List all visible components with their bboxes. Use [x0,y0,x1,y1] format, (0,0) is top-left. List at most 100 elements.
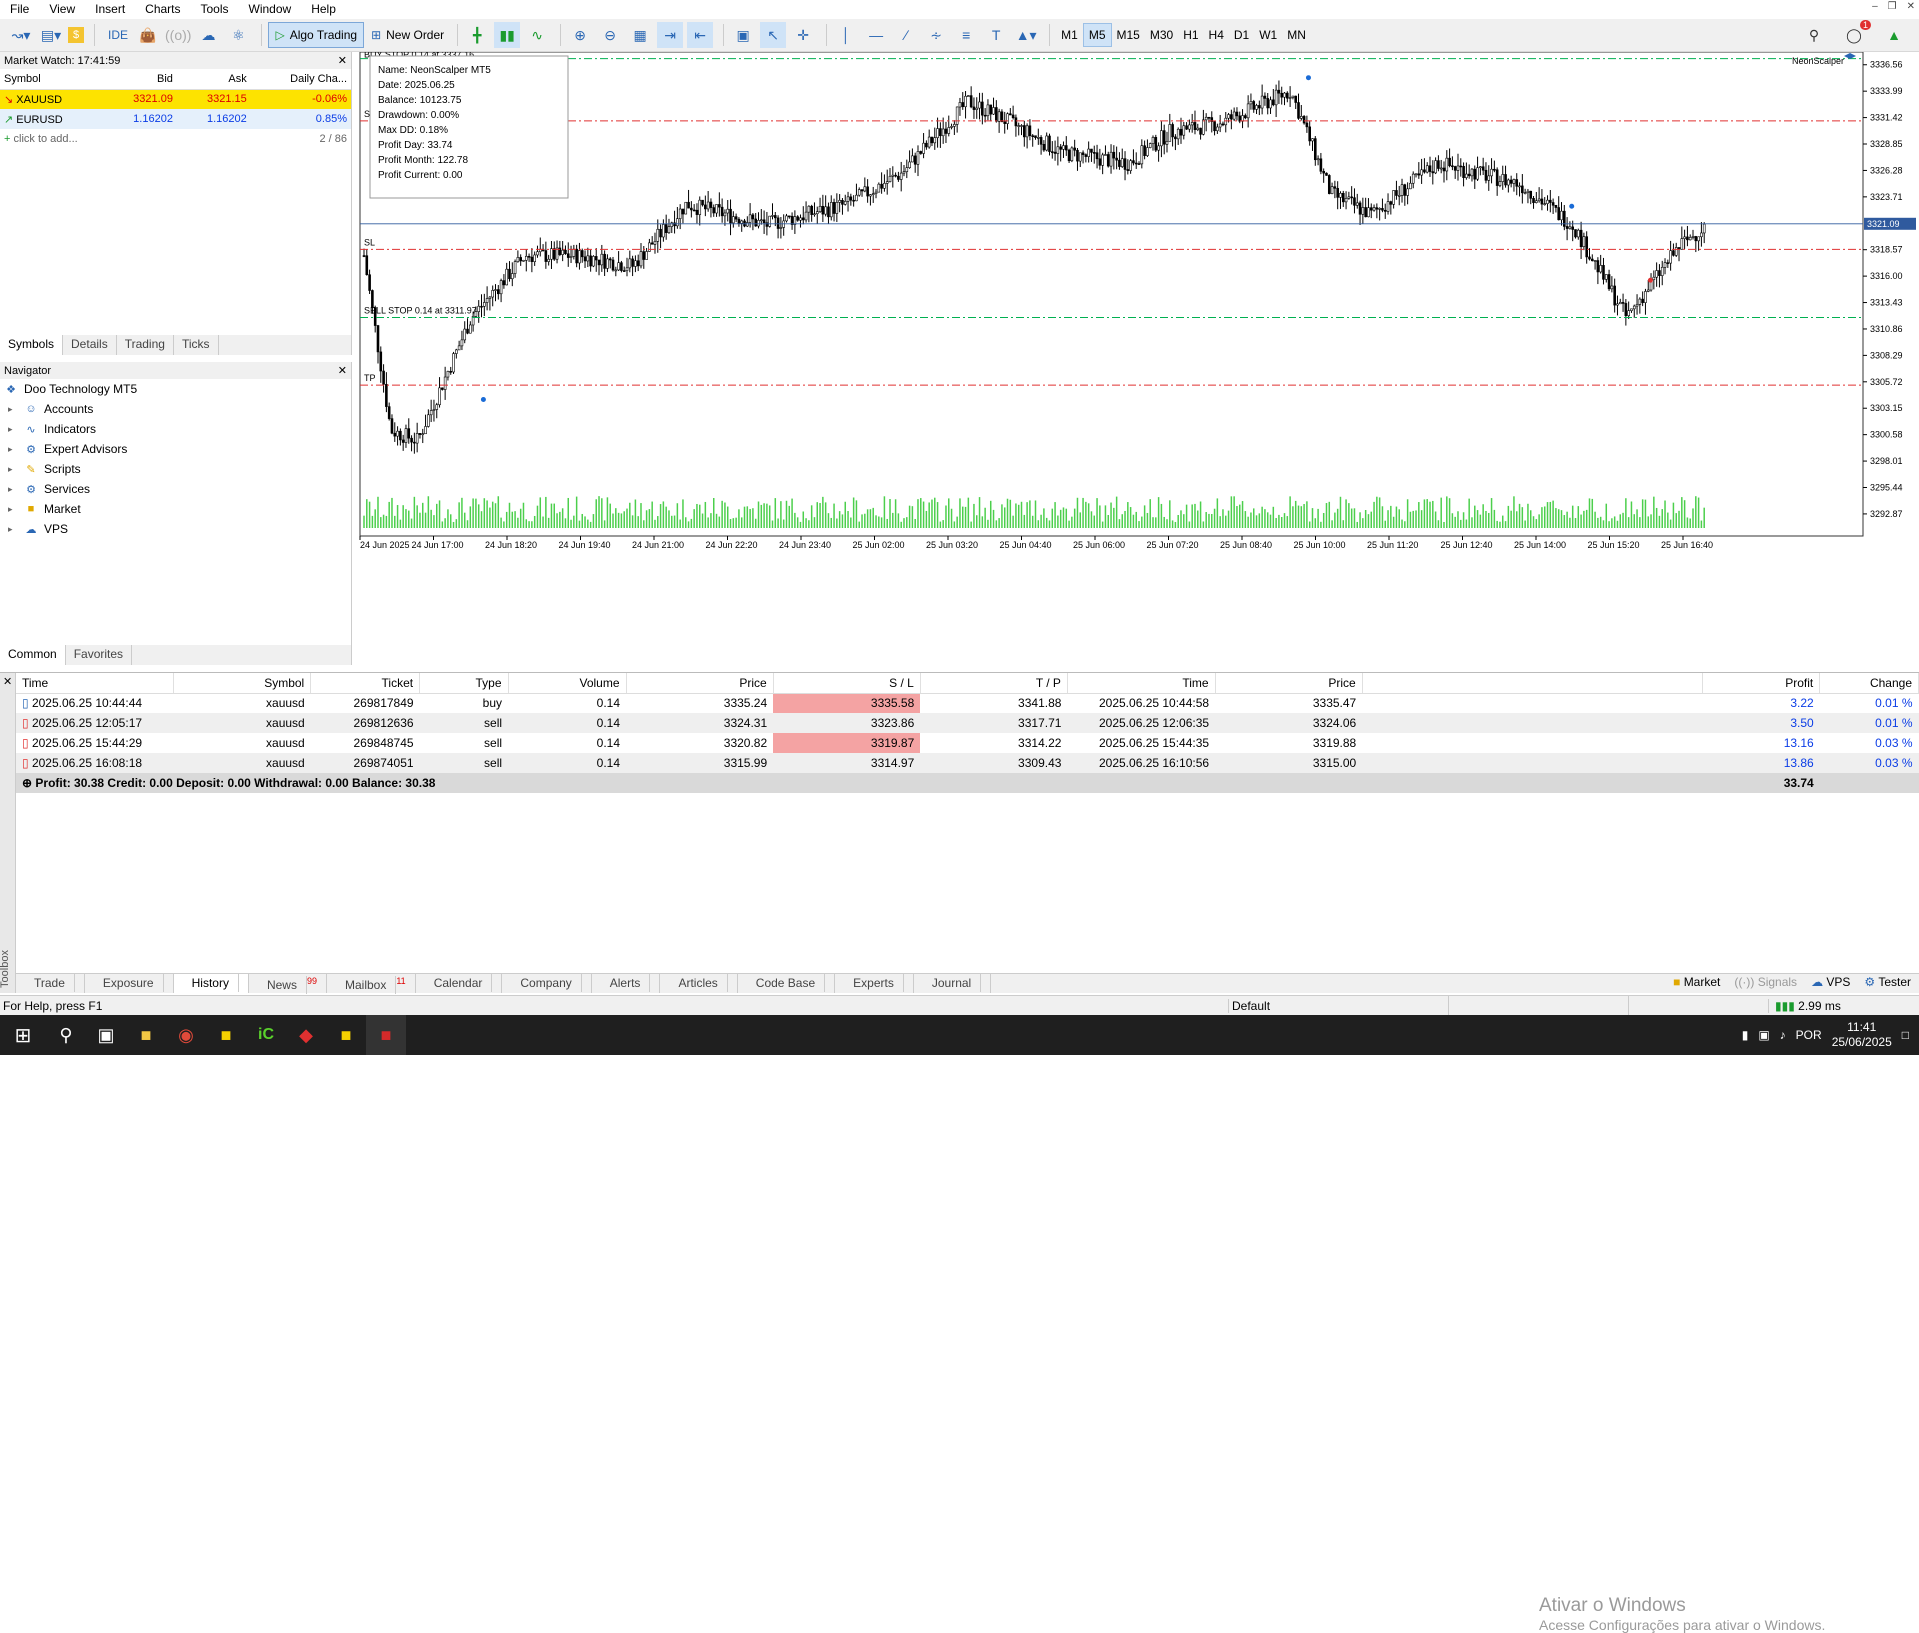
screenshot-icon[interactable]: ▣ [730,22,756,48]
tab-company[interactable]: Company [502,974,592,993]
expand-arrow-icon[interactable]: ▸ [8,424,18,435]
notifications-icon[interactable]: □ [1902,1028,1909,1042]
channel-icon[interactable]: ∻ [923,22,949,48]
text-icon[interactable]: T [983,22,1009,48]
tab-trade[interactable]: Trade [16,974,85,993]
chrome-icon[interactable]: ◉ [166,1015,206,1055]
expand-arrow-icon[interactable]: ▸ [8,464,18,475]
signals-link[interactable]: ((·)) Signals [1734,975,1797,989]
timeframe-d1[interactable]: D1 [1229,23,1254,47]
tab-favorites[interactable]: Favorites [66,645,133,665]
doo-prime-icon[interactable]: ■ [366,1015,406,1055]
ic-markets-icon[interactable]: iC [246,1015,286,1055]
restore-icon[interactable]: ❐ [1888,1,1897,12]
menu-insert[interactable]: Insert [85,2,135,16]
menu-help[interactable]: Help [301,2,346,16]
expand-arrow-icon[interactable]: ▸ [8,444,18,455]
task-view-icon[interactable]: ▣ [86,1015,126,1055]
profiles-icon[interactable]: ▤▾ [38,22,64,48]
column-header[interactable]: Ask [176,69,251,90]
trendline-icon[interactable]: ∕ [893,22,919,48]
tab-calendar[interactable]: Calendar [416,974,503,993]
table-row[interactable]: ▯ 2025.06.25 15:44:29 xauusd 269848745 sell… [16,733,1919,753]
windows-start-icon[interactable]: ⊞ [0,1015,46,1055]
navigator-item-indicators[interactable]: ▸ ∿ Indicators [0,419,351,439]
expand-arrow-icon[interactable]: ▸ [8,404,18,415]
tab-exposure[interactable]: Exposure [85,974,174,993]
column-header[interactable]: Volume [508,673,627,694]
clock[interactable]: 11:41 25/06/2025 [1832,1020,1892,1050]
profile-name[interactable]: Default [1228,998,1448,1013]
battery-icon[interactable]: ▮ [1742,1028,1749,1042]
menu-view[interactable]: View [39,2,85,16]
timeframe-m1[interactable]: M1 [1056,23,1083,47]
cursor-icon[interactable]: ↖ [760,22,787,48]
menu-file[interactable]: File [0,2,39,16]
symbol-row-eurusd[interactable]: ↗ EURUSD 1.16202 1.16202 0.85% [0,109,351,129]
tab-ticks[interactable]: Ticks [174,335,219,355]
line-chart-icon[interactable]: ∿ [524,22,550,48]
app-red-icon[interactable]: ◆ [286,1015,326,1055]
menu-charts[interactable]: Charts [135,2,190,16]
close-icon[interactable]: ✕ [338,364,347,377]
column-header[interactable]: Change [1819,673,1919,694]
column-header[interactable]: Symbol [173,673,312,694]
app-yellow2-icon[interactable]: ■ [326,1015,366,1055]
signals-icon[interactable]: ((o)) [165,22,191,48]
tab-code-base[interactable]: Code Base [738,974,836,993]
column-header[interactable]: Type [419,673,509,694]
column-header[interactable]: Symbol [0,69,104,90]
column-header[interactable]: Time [16,673,174,694]
column-header[interactable]: Ticket [310,673,421,694]
bar-chart-icon[interactable]: ╋ [464,22,490,48]
timeframe-m15[interactable]: M15 [1112,23,1145,47]
navigator-root[interactable]: ❖ Doo Technology MT5 [0,379,351,399]
table-row[interactable]: ▯ 2025.06.25 12:05:17 xauusd 269812636 sell… [16,713,1919,733]
timeframe-w1[interactable]: W1 [1254,23,1282,47]
close-icon[interactable]: ✕ [338,54,347,67]
column-header[interactable] [1362,673,1703,694]
web-icon[interactable]: ⚛ [225,22,251,48]
timeframe-m5[interactable]: M5 [1082,23,1112,47]
column-header[interactable]: Bid [103,69,177,90]
navigator-item-accounts[interactable]: ▸ ☺ Accounts [0,399,351,419]
autoscroll-icon[interactable]: ⇥ [657,22,684,48]
app-yellow-icon[interactable]: ■ [206,1015,246,1055]
column-header[interactable]: Daily Cha... [250,69,351,90]
navigator-item-scripts[interactable]: ▸ ✎ Scripts [0,459,351,479]
tab-journal[interactable]: Journal [914,974,992,993]
new-order-button[interactable]: ⊞ New Order [364,22,451,48]
price-chart[interactable]: BUY STOP 0.14 at 3337.16SLSELL STOP 0.14… [358,50,1919,666]
column-header[interactable]: Time [1067,673,1216,694]
timeframe-m30[interactable]: M30 [1145,23,1178,47]
tab-mailbox[interactable]: Mailbox 11 [327,974,416,994]
column-header[interactable]: S / L [773,673,921,694]
tab-alerts[interactable]: Alerts [592,974,661,993]
column-header[interactable]: T / P [920,673,1068,694]
navigator-item-market[interactable]: ▸ ■ Market [0,499,351,519]
menu-tools[interactable]: Tools [191,2,239,16]
crosshair-icon[interactable]: ✛ [790,22,816,48]
column-header[interactable]: Profit [1702,673,1821,694]
market-dollar-icon[interactable]: $ [68,27,84,43]
account-icon[interactable]: ▲ [1881,22,1907,48]
volume-muted-icon[interactable]: ♪ [1780,1028,1786,1042]
vertical-line-icon[interactable]: │ [833,22,859,48]
table-row[interactable]: ▯ 2025.06.25 10:44:44 xauusd 269817849 buy 0… [16,693,1919,713]
timeframe-mn[interactable]: MN [1282,23,1311,47]
store-bag-icon[interactable]: 👜 [135,22,161,48]
tab-experts[interactable]: Experts [835,974,914,993]
tab-common[interactable]: Common [0,645,66,665]
expand-arrow-icon[interactable]: ▸ [8,504,18,515]
close-icon[interactable]: ✕ [3,675,12,688]
tester-link[interactable]: ⚙ Tester [1864,975,1911,989]
language-indicator[interactable]: POR [1796,1028,1822,1042]
expand-arrow-icon[interactable]: ▸ [8,524,18,535]
close-icon[interactable]: ✕ [1907,1,1915,12]
column-header[interactable]: Price [626,673,774,694]
expand-plus-icon[interactable]: ⊕ [22,776,35,790]
timeframe-h4[interactable]: H4 [1204,23,1229,47]
alerts-icon[interactable]: ◯ 1 [1841,20,1871,48]
algo-trading-button[interactable]: ▷ Algo Trading [268,22,365,48]
chart-shift-icon[interactable]: ⇤ [687,22,714,48]
